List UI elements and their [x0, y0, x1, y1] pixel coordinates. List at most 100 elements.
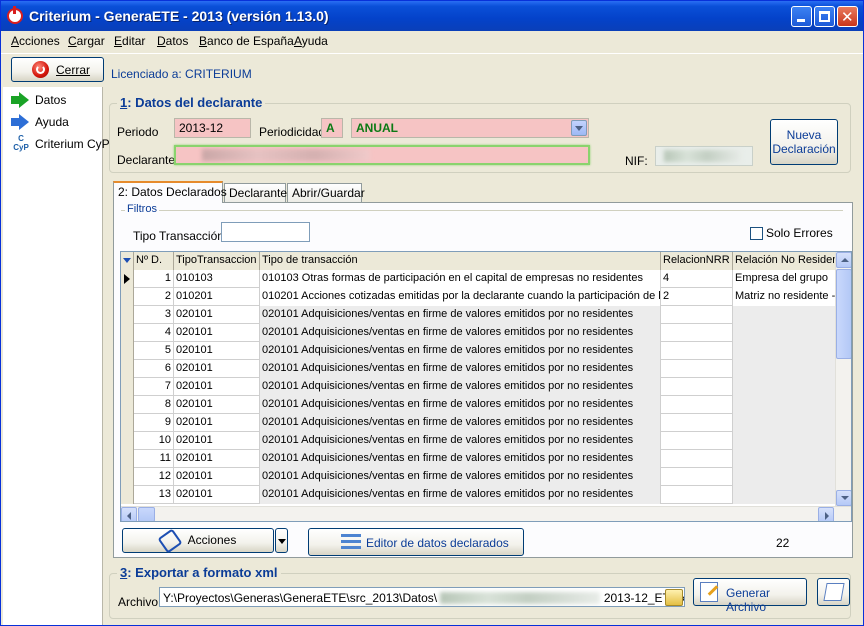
cell-relacionnrr[interactable]: 4: [661, 270, 733, 288]
horizontal-scrollbar[interactable]: [121, 506, 851, 521]
scroll-right-button[interactable]: [818, 507, 834, 521]
cell-nd[interactable]: 1: [134, 270, 174, 288]
cell-tipotransaccion[interactable]: 020101: [174, 468, 260, 486]
cell-tipotransaccion[interactable]: 020101: [174, 414, 260, 432]
table-row[interactable]: 5 020101 020101 Adquisiciones/ventas en fi…: [121, 342, 837, 360]
cell-nd[interactable]: 2: [134, 288, 174, 306]
minimize-button[interactable]: [791, 6, 812, 27]
cell-tipotransaccion[interactable]: 010201: [174, 288, 260, 306]
editor-datos-button[interactable]: Editor de datos declarados: [308, 528, 524, 556]
cell-tipotransaccion[interactable]: 020101: [174, 324, 260, 342]
cell-relacion-no-residente[interactable]: [733, 414, 837, 432]
cell-tipo-de-transaccion[interactable]: 020101 Adquisiciones/ventas en firme de …: [260, 306, 661, 324]
periodicidad-select[interactable]: ANUAL: [351, 118, 589, 138]
open-document-button[interactable]: [817, 578, 850, 606]
archivo-input[interactable]: Y:\Proyectos\Generas\GeneraETE\src_2013\…: [159, 587, 685, 607]
cell-relacionnrr[interactable]: [661, 432, 733, 450]
table-row[interactable]: 3 020101 020101 Adquisiciones/ventas en fi…: [121, 306, 837, 324]
cell-nd[interactable]: 12: [134, 468, 174, 486]
scroll-left-button[interactable]: [121, 507, 137, 521]
cell-tipo-de-transaccion[interactable]: 010201 Acciones cotizadas emitidas por l…: [260, 288, 661, 306]
cell-tipo-de-transaccion[interactable]: 020101 Adquisiciones/ventas en firme de …: [260, 324, 661, 342]
cell-relacionnrr[interactable]: [661, 450, 733, 468]
table-row[interactable]: 10 020101 020101 Adquisiciones/ventas en f…: [121, 432, 837, 450]
cell-nd[interactable]: 11: [134, 450, 174, 468]
cell-relacionnrr[interactable]: [661, 396, 733, 414]
table-row[interactable]: 12 020101 020101 Adquisiciones/ventas en f…: [121, 468, 837, 486]
periodicidad-code-field[interactable]: A: [321, 118, 343, 138]
cell-tipotransaccion[interactable]: 020101: [174, 396, 260, 414]
declarante-field[interactable]: [174, 145, 590, 165]
cell-relacion-no-residente[interactable]: [733, 468, 837, 486]
row-header[interactable]: [121, 378, 134, 396]
row-header[interactable]: [121, 342, 134, 360]
row-header[interactable]: [121, 288, 134, 306]
tipo-transaccion-input[interactable]: [221, 222, 310, 242]
row-header[interactable]: [121, 324, 134, 342]
tab-datos-declarados[interactable]: 2: Datos Declarados: [113, 181, 227, 203]
table-row[interactable]: 13 020101 020101 Adquisiciones/ventas en f…: [121, 486, 837, 504]
row-header[interactable]: [121, 360, 134, 378]
cell-relacionnrr[interactable]: [661, 342, 733, 360]
cell-nd[interactable]: 8: [134, 396, 174, 414]
sidebar-item-ayuda[interactable]: Ayuda: [9, 113, 103, 133]
folder-icon[interactable]: [665, 589, 683, 606]
table-row[interactable]: 11 020101 020101 Adquisiciones/ventas en f…: [121, 450, 837, 468]
cell-tipotransaccion[interactable]: 020101: [174, 360, 260, 378]
cell-nd[interactable]: 7: [134, 378, 174, 396]
menu-datos[interactable]: Datos: [157, 34, 188, 48]
column-header-tipotransaccion[interactable]: TipoTransaccion: [174, 252, 260, 270]
cell-relacionnrr[interactable]: [661, 324, 733, 342]
row-header[interactable]: [121, 486, 134, 504]
cell-relacion-no-residente[interactable]: Empresa del grupo: [733, 270, 837, 288]
cerrar-button[interactable]: Cerrar: [11, 57, 104, 82]
cell-relacion-no-residente[interactable]: [733, 486, 837, 504]
menu-banco-espana[interactable]: Banco de España: [199, 34, 294, 48]
menu-cargar[interactable]: Cargar: [68, 34, 105, 48]
cell-relacion-no-residente[interactable]: [733, 306, 837, 324]
cell-nd[interactable]: 6: [134, 360, 174, 378]
scroll-thumb[interactable]: [836, 269, 851, 359]
cell-tipotransaccion[interactable]: 010103: [174, 270, 260, 288]
cell-tipotransaccion[interactable]: 020101: [174, 450, 260, 468]
cell-nd[interactable]: 10: [134, 432, 174, 450]
table-row[interactable]: 4 020101 020101 Adquisiciones/ventas en fi…: [121, 324, 837, 342]
cell-tipo-de-transaccion[interactable]: 020101 Adquisiciones/ventas en firme de …: [260, 360, 661, 378]
cell-nd[interactable]: 9: [134, 414, 174, 432]
row-header[interactable]: [121, 306, 134, 324]
row-header[interactable]: [121, 396, 134, 414]
cell-tipotransaccion[interactable]: 020101: [174, 342, 260, 360]
column-header-relacion-no-residente[interactable]: Relación No Residente: [733, 252, 837, 270]
cell-tipo-de-transaccion[interactable]: 020101 Adquisiciones/ventas en firme de …: [260, 468, 661, 486]
row-header[interactable]: [121, 414, 134, 432]
cell-tipo-de-transaccion[interactable]: 020101 Adquisiciones/ventas en firme de …: [260, 378, 661, 396]
scroll-up-button[interactable]: [836, 252, 851, 268]
sidebar-item-criterium-cyp[interactable]: C CyP Criterium CyP: [9, 134, 109, 155]
cell-tipo-de-transaccion[interactable]: 020101 Adquisiciones/ventas en firme de …: [260, 486, 661, 504]
table-row[interactable]: 1 010103 010103 Otras formas de participac…: [121, 270, 837, 288]
cell-nd[interactable]: 4: [134, 324, 174, 342]
column-selector[interactable]: [121, 252, 134, 270]
cell-tipo-de-transaccion[interactable]: 020101 Adquisiciones/ventas en firme de …: [260, 414, 661, 432]
row-header[interactable]: [121, 432, 134, 450]
cell-nd[interactable]: 3: [134, 306, 174, 324]
cell-nd[interactable]: 13: [134, 486, 174, 504]
generar-archivo-button[interactable]: Generar Archivo: [693, 578, 807, 614]
row-header[interactable]: [121, 270, 134, 288]
cell-relacion-no-residente[interactable]: [733, 360, 837, 378]
cell-relacion-no-residente[interactable]: [733, 378, 837, 396]
cell-relacion-no-residente[interactable]: [733, 342, 837, 360]
tab-abrir-guardar[interactable]: Abrir/Guardar: [287, 183, 365, 203]
nif-field[interactable]: [655, 146, 753, 166]
cell-tipo-de-transaccion[interactable]: 020101 Adquisiciones/ventas en firme de …: [260, 396, 661, 414]
maximize-button[interactable]: [814, 6, 835, 27]
cell-relacionnrr[interactable]: [661, 414, 733, 432]
acciones-button[interactable]: Acciones: [122, 528, 274, 554]
menu-acciones[interactable]: Acciones: [11, 34, 60, 48]
table-row[interactable]: 9 020101 020101 Adquisiciones/ventas en fi…: [121, 414, 837, 432]
cell-relacionnrr[interactable]: [661, 486, 733, 504]
sidebar-item-datos[interactable]: Datos: [9, 91, 103, 111]
chevron-down-icon[interactable]: [571, 120, 587, 136]
cell-tipotransaccion[interactable]: 020101: [174, 432, 260, 450]
cell-nd[interactable]: 5: [134, 342, 174, 360]
